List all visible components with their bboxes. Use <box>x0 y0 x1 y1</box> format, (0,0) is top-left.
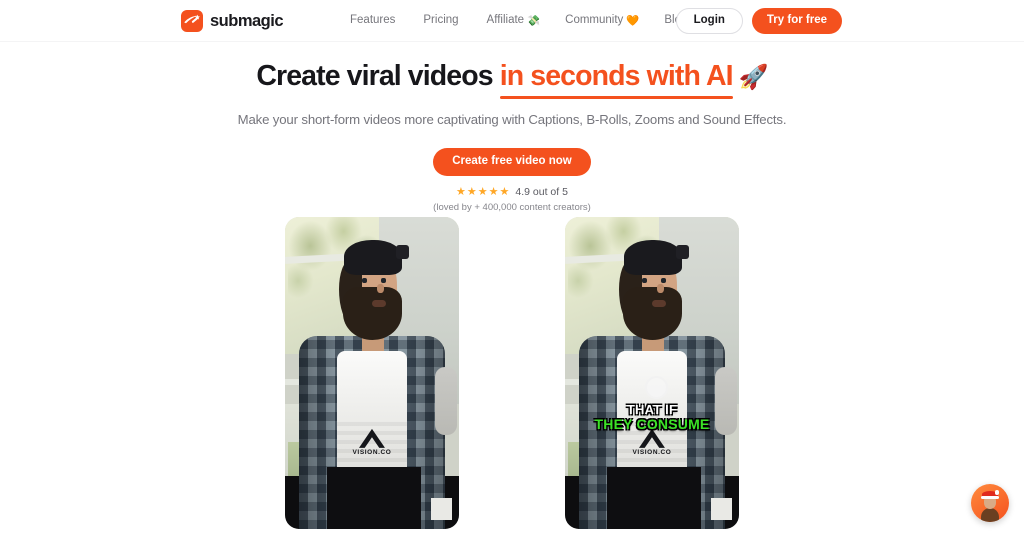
logo-text: submagic <box>210 11 284 30</box>
person-cap <box>344 240 402 275</box>
person-beard <box>623 287 683 341</box>
caption-overlay: THAT IF THEY CONSUME <box>565 401 739 433</box>
person-pants <box>326 466 421 529</box>
avatar-body <box>980 508 1000 522</box>
video-comparison: VISION.CO VISION.CO THAT IF THEY CONSUME <box>0 217 1024 529</box>
login-button[interactable]: Login <box>675 8 743 34</box>
avatar <box>971 484 1009 522</box>
chat-support-button[interactable] <box>971 484 1009 522</box>
tshirt-text: VISION.CO <box>632 448 672 456</box>
nav-label: Pricing <box>423 14 459 27</box>
headline-plain: Create viral videos <box>256 60 500 92</box>
star-rating-icons: ★ ★ ★ ★ ★ <box>456 187 509 198</box>
rating-row: ★ ★ ★ ★ ★ 4.9 out of 5 <box>0 187 1024 198</box>
person-figure: VISION.CO <box>565 217 739 529</box>
star-icon: ★ <box>477 186 488 199</box>
try-for-free-button[interactable]: Try for free <box>751 8 842 34</box>
video-scene: VISION.CO <box>285 217 459 529</box>
star-icon: ★ <box>456 186 466 199</box>
nav-label: Features <box>350 14 396 27</box>
person-arm <box>434 366 458 436</box>
rating-subtext: (loved by + 400,000 content creators) <box>433 202 591 214</box>
nav-item-affiliate[interactable]: Affiliate 💸 <box>487 15 541 27</box>
video-card-after[interactable]: VISION.CO THAT IF THEY CONSUME <box>565 217 739 529</box>
nav-item-pricing[interactable]: Pricing <box>423 15 461 27</box>
nav-label: Affiliate <box>486 14 525 27</box>
caption-line-2: THEY CONSUME <box>594 416 710 433</box>
cta-wrapper: Create free video now <box>0 148 1024 177</box>
magic-wand-icon <box>181 10 203 32</box>
person-figure: VISION.CO <box>285 217 459 529</box>
star-icon: ★ <box>499 186 510 199</box>
zoom-effect-bubble <box>645 376 669 399</box>
person-mouth <box>652 299 666 308</box>
header-actions: Login Try for free <box>675 8 842 34</box>
tshirt-text: VISION.CO <box>352 448 392 456</box>
page-title: Create viral videos in seconds with AI 🚀 <box>0 59 1024 99</box>
person-beard <box>343 287 403 341</box>
star-icon: ★ <box>466 186 477 199</box>
cap-strap <box>676 245 689 260</box>
person-eye <box>641 277 648 283</box>
mountain-icon <box>358 428 385 448</box>
santa-hat-brim <box>981 496 999 499</box>
main-nav: Features Pricing Affiliate 💸 Community 🧡… <box>350 0 690 42</box>
site-header: submagic Features Pricing Affiliate 💸 Co… <box>0 0 1024 42</box>
cap-strap <box>396 245 409 260</box>
video-scene: VISION.CO <box>565 217 739 529</box>
nav-item-features[interactable]: Features <box>350 15 398 27</box>
nav-label: Community <box>565 14 624 27</box>
video-card-before[interactable]: VISION.CO <box>285 217 459 529</box>
money-wings-icon: 💸 <box>527 14 541 27</box>
create-free-video-button[interactable]: Create free video now <box>433 148 591 177</box>
logo[interactable]: submagic <box>181 10 284 32</box>
person-mouth <box>372 299 386 308</box>
scene-white-block <box>431 497 453 520</box>
santa-hat-pompom <box>994 490 1000 495</box>
person-eye <box>380 277 387 283</box>
caption-line-1: THAT IF <box>626 401 678 417</box>
hero-subtitle: Make your short-form videos more captiva… <box>237 111 787 127</box>
person-pants <box>606 466 701 529</box>
person-cap <box>624 240 682 275</box>
page-root: submagic Features Pricing Affiliate 💸 Co… <box>0 0 1024 534</box>
person-eye <box>660 277 667 283</box>
headline-accent: in seconds with AI <box>499 59 734 99</box>
nav-item-community[interactable]: Community 🧡 <box>565 15 639 27</box>
star-icon: ★ <box>488 186 499 199</box>
tshirt-graphic: VISION.CO <box>352 428 392 456</box>
hero-section: Create viral videos in seconds with AI 🚀 … <box>0 42 1024 213</box>
person-eye <box>361 277 368 283</box>
orange-heart-icon: 🧡 <box>626 14 640 27</box>
rating-value: 4.9 out of 5 <box>515 186 568 199</box>
rocket-icon: 🚀 <box>738 64 769 91</box>
scene-white-block <box>711 497 733 520</box>
